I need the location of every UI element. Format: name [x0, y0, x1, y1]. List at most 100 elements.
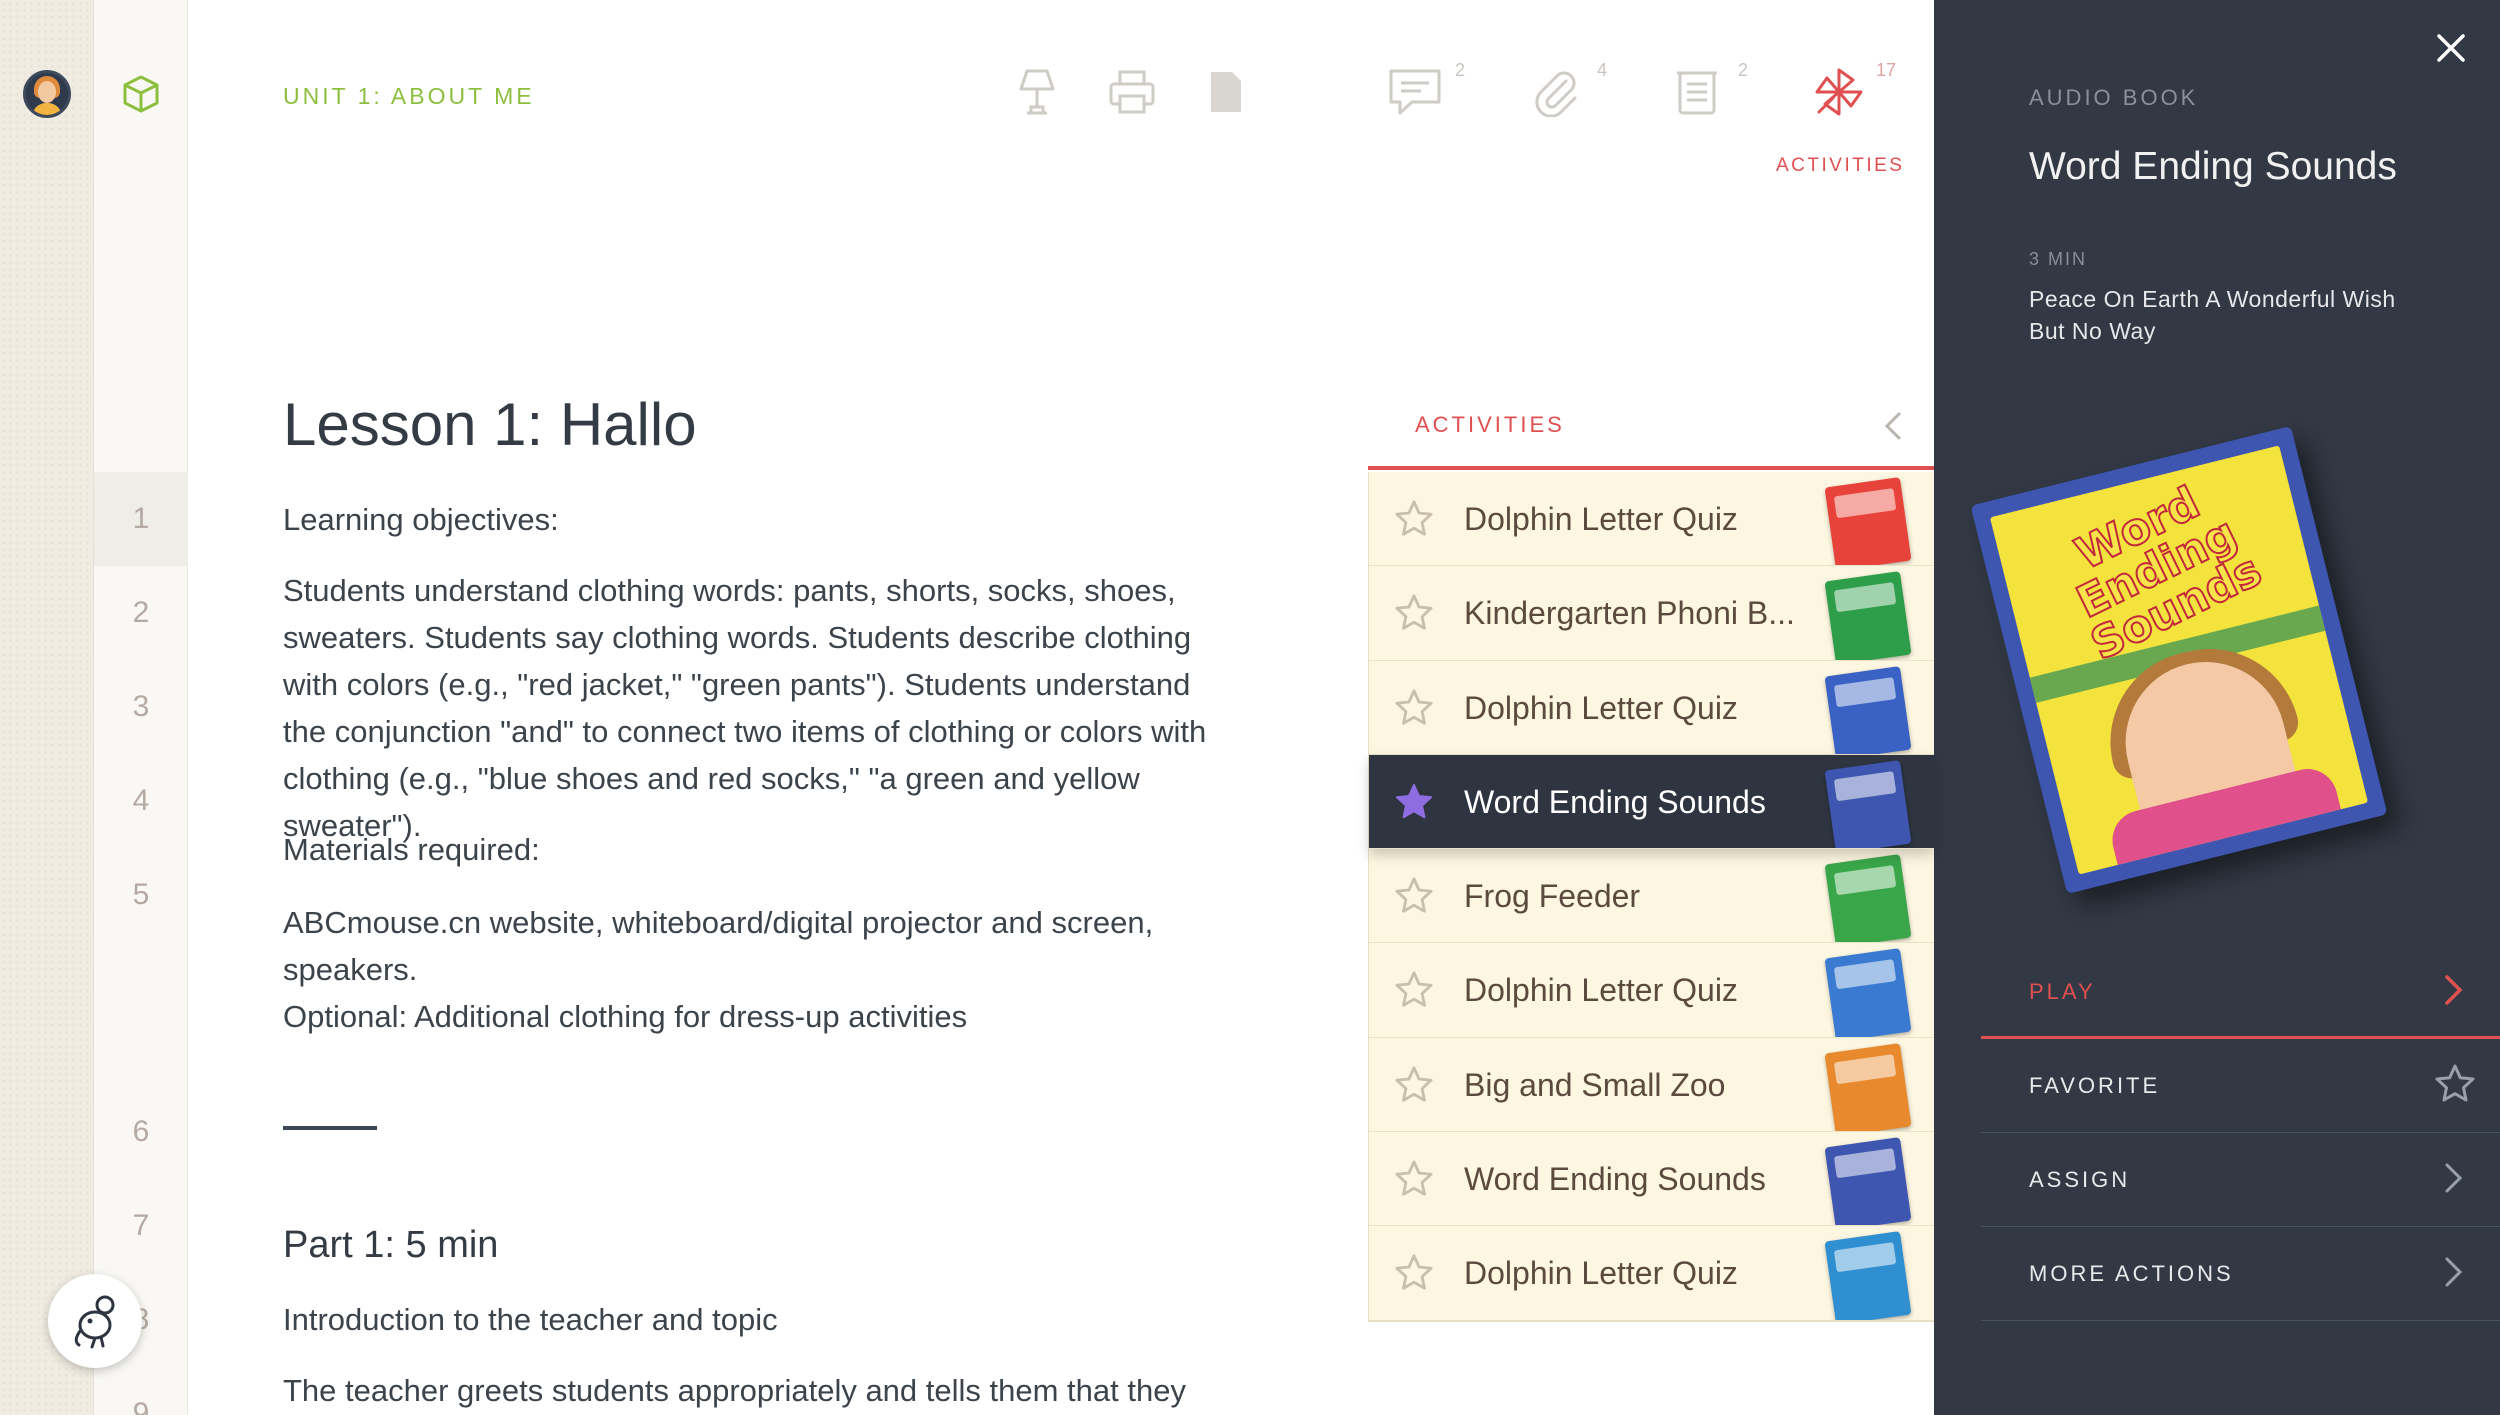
activity-row[interactable]: Dolphin Letter Quiz [1369, 1226, 1934, 1321]
materials-heading: Materials required: [283, 832, 540, 867]
activity-row[interactable]: Word Ending Sounds [1369, 754, 1934, 850]
activity-label: Kindergarten Phoni B... [1464, 595, 1795, 632]
activity-label: Dolphin Letter Quiz [1464, 501, 1738, 537]
star-icon[interactable] [1394, 1159, 1434, 1203]
favorite-button[interactable]: FAVORITE [1981, 1039, 2500, 1133]
section-nav: 1 2 3 4 5 6 7 8 9 [94, 0, 188, 1415]
nav-section-4[interactable]: 4 [94, 754, 188, 848]
activity-detail-panel: AUDIO BOOK Word Ending Sounds 3 MIN Peac… [1934, 0, 2500, 1415]
star-icon [2434, 1063, 2476, 1109]
objectives-line: clothing (e.g., "blue shoes and red sock… [283, 761, 1140, 796]
activity-label: Word Ending Sounds [1464, 783, 1766, 820]
activity-label: Big and Small Zoo [1464, 1066, 1726, 1103]
activity-label: Dolphin Letter Quiz [1464, 1255, 1738, 1292]
chevron-right-icon [2436, 973, 2470, 1011]
assign-label: ASSIGN [2029, 1167, 2131, 1192]
part-title: Part 1: 5 min [283, 1224, 499, 1266]
lamp-icon[interactable] [1007, 62, 1067, 122]
print-icon[interactable] [1102, 62, 1162, 122]
objectives-line: with colors (e.g., "red jacket," "green … [283, 667, 1191, 702]
nav-section-2[interactable]: 2 [94, 566, 188, 660]
activities-list: Dolphin Letter Quiz Kindergarten Phoni B.… [1368, 472, 1934, 1322]
star-icon[interactable] [1394, 1253, 1434, 1297]
more-actions-label: MORE ACTIONS [2029, 1261, 2234, 1286]
close-icon[interactable] [2431, 28, 2471, 68]
materials-line: ABCmouse.cn website, whiteboard/digital … [283, 905, 1154, 940]
star-icon[interactable] [1394, 970, 1434, 1014]
activity-row[interactable]: Word Ending Sounds [1369, 1132, 1934, 1227]
materials-line: speakers. [283, 952, 418, 987]
book-cover-art: Word Ending Sounds [1989, 445, 2369, 875]
notes-icon[interactable] [1667, 62, 1727, 122]
activity-thumbnail [1824, 1231, 1912, 1320]
activities-header: ACTIVITIES [1368, 398, 1934, 470]
activities-header-label: ACTIVITIES [1415, 412, 1565, 437]
activity-thumbnail [1824, 1137, 1912, 1226]
mouse-icon [74, 1295, 115, 1349]
nav-section-9[interactable]: 9 [94, 1367, 188, 1415]
part-subtitle: Introduction to the teacher and topic [283, 1302, 778, 1337]
star-icon[interactable] [1394, 1065, 1434, 1109]
panel-duration: 3 MIN [2029, 249, 2088, 269]
star-icon[interactable] [1394, 688, 1434, 732]
section-divider [283, 1126, 377, 1130]
nav-section-6[interactable]: 6 [94, 1085, 188, 1179]
cube-icon[interactable] [121, 74, 161, 118]
more-actions-button[interactable]: MORE ACTIONS [1981, 1227, 2500, 1321]
avatar-face [38, 81, 56, 103]
user-strip [0, 0, 94, 1415]
star-icon[interactable] [1394, 499, 1434, 543]
activity-label: Dolphin Letter Quiz [1464, 972, 1738, 1009]
activity-label: Word Ending Sounds [1464, 1161, 1766, 1198]
attachment-count: 4 [1597, 60, 1608, 80]
activity-row[interactable]: Dolphin Letter Quiz [1369, 943, 1934, 1038]
activity-row[interactable]: Frog Feeder [1369, 849, 1934, 944]
activity-thumbnail [1824, 477, 1912, 566]
user-avatar[interactable] [23, 70, 71, 118]
favorite-label: FAVORITE [2029, 1073, 2161, 1098]
panel-description: Peace On Earth A Wonderful Wish But No W… [2029, 286, 2396, 344]
nav-section-7[interactable]: 7 [94, 1179, 188, 1273]
activity-thumbnail [1824, 948, 1912, 1037]
objectives-line: the conjunction "and" to connect two ite… [283, 714, 1207, 749]
activity-thumbnail [1824, 665, 1912, 754]
nav-section-3[interactable]: 3 [94, 660, 188, 754]
star-icon[interactable] [1394, 782, 1434, 826]
materials-line: Optional: Additional clothing for dress-… [283, 999, 968, 1034]
notes-count: 2 [1738, 60, 1749, 80]
chevron-right-icon [2436, 1255, 2470, 1293]
activity-thumbnail [1824, 1042, 1912, 1132]
play-button[interactable]: PLAY [1981, 945, 2500, 1039]
nav-section-1[interactable]: 1 [94, 472, 188, 566]
comment-icon[interactable] [1385, 62, 1445, 122]
pinwheel-icon[interactable] [1809, 62, 1869, 122]
mouse-helper-button[interactable] [48, 1274, 142, 1368]
activity-row[interactable]: Kindergarten Phoni B... [1369, 566, 1934, 661]
activity-thumbnail [1824, 571, 1912, 660]
lesson-title: Lesson 1: Hallo [283, 391, 697, 458]
nav-section-5[interactable]: 5 [94, 848, 188, 942]
star-icon[interactable] [1394, 876, 1434, 920]
part-text: The teacher greets students appropriatel… [283, 1373, 1186, 1408]
activity-label: Frog Feeder [1464, 878, 1641, 915]
activity-row[interactable]: Dolphin Letter Quiz [1369, 472, 1934, 567]
star-icon[interactable] [1394, 593, 1434, 637]
chevron-left-icon[interactable] [1873, 406, 1913, 450]
objectives-line: Students understand clothing words: pant… [283, 573, 1176, 608]
chevron-right-icon [2436, 1161, 2470, 1199]
panel-title: Word Ending Sounds [2029, 145, 2397, 188]
assign-button[interactable]: ASSIGN [1981, 1133, 2500, 1227]
paperclip-icon[interactable] [1526, 62, 1586, 122]
unit-title[interactable]: UNIT 1: ABOUT ME [283, 83, 535, 110]
comment-count: 2 [1455, 60, 1466, 80]
activity-row[interactable]: Dolphin Letter Quiz [1369, 660, 1934, 755]
activity-row[interactable]: Big and Small Zoo [1369, 1037, 1934, 1133]
activity-thumbnail [1824, 760, 1912, 849]
activities-tab-label[interactable]: ACTIVITIES [1776, 155, 1904, 177]
objectives-line: sweaters. Students say clothing words. S… [283, 620, 1192, 655]
activity-label: Dolphin Letter Quiz [1464, 689, 1738, 726]
objectives-heading: Learning objectives: [283, 502, 559, 537]
page-icon[interactable] [1196, 62, 1256, 122]
book-cover[interactable]: Word Ending Sounds [1970, 426, 2388, 894]
play-label: PLAY [2029, 979, 2096, 1004]
